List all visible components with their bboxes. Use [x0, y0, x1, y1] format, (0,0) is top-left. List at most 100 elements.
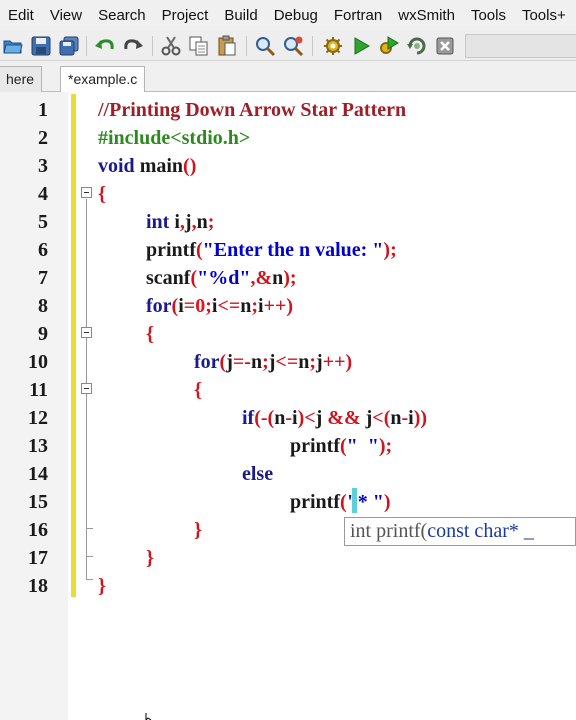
code-line[interactable]: 18} — [0, 572, 576, 600]
undo-icon[interactable] — [94, 35, 116, 57]
code-token: int — [146, 211, 170, 233]
code-token: <= — [217, 295, 241, 317]
menu-fortran[interactable]: Fortran — [326, 0, 390, 31]
menu-edit[interactable]: Edit — [0, 0, 42, 31]
code-text: else — [242, 460, 273, 488]
code-token: <= — [275, 351, 299, 373]
line-number: 7 — [38, 267, 48, 289]
code-line[interactable]: 5 int i,j,n; — [0, 208, 576, 236]
abort-icon[interactable] — [434, 35, 456, 57]
calltip-signature-prefix: int printf( — [350, 520, 428, 542]
code-line[interactable]: 7 scanf("%d",&n); — [0, 264, 576, 292]
code-line[interactable]: 9{ — [0, 320, 576, 348]
code-token: } — [194, 519, 202, 541]
code-line[interactable]: 17} — [0, 544, 576, 572]
code-token: ); — [283, 267, 297, 289]
code-token: n — [272, 267, 284, 289]
save-all-icon[interactable] — [58, 35, 80, 57]
line-number: 5 — [38, 211, 48, 233]
code-line[interactable]: 2 #include<stdio.h> — [0, 124, 576, 152]
build-icon[interactable] — [322, 35, 344, 57]
code-token: { — [194, 379, 202, 401]
menu-wxsmith[interactable]: wxSmith — [390, 0, 463, 31]
replace-icon[interactable] — [282, 35, 304, 57]
find-icon[interactable] — [254, 35, 276, 57]
code-line[interactable]: 15 printf("* ") — [0, 488, 576, 516]
copy-icon[interactable] — [188, 35, 210, 57]
code-text: int i,j,n; — [146, 208, 214, 236]
menu-search[interactable]: Search — [90, 0, 154, 31]
line-number: 10 — [28, 351, 48, 373]
code-line[interactable]: 10 for(j=-n;j<=n;j++) — [0, 348, 576, 376]
code-token: && — [322, 407, 366, 429]
code-line[interactable]: 1 //Printing Down Arrow Star Pattern — [0, 96, 576, 124]
menu-tools[interactable]: Tools — [463, 0, 514, 31]
code-text: #include<stdio.h> — [98, 124, 250, 152]
code-token: "%d" — [197, 267, 251, 289]
code-text: { — [194, 376, 202, 404]
paste-icon[interactable] — [216, 35, 238, 57]
code-token: for — [146, 295, 172, 317]
code-token: printf — [290, 491, 340, 513]
code-line[interactable]: 6 printf("Enter the n value: "); — [0, 236, 576, 264]
line-number: 4 — [38, 183, 48, 205]
line-number: 9 — [38, 323, 48, 345]
code-token: ; — [262, 351, 269, 373]
code-token: "Enter the n value: " — [202, 239, 384, 261]
code-token: ; — [205, 295, 212, 317]
code-token: ) — [383, 491, 391, 513]
menu-build[interactable]: Build — [216, 0, 265, 31]
code-token: if — [242, 407, 255, 429]
code-text: { — [146, 320, 154, 348]
code-line[interactable]: 8 for(i=0;i<=n;i++) — [0, 292, 576, 320]
code-token: ); — [378, 435, 393, 457]
line-number: 8 — [38, 295, 48, 317]
code-text: for(i=0;i<=n;i++) — [146, 292, 293, 320]
code-token: (-( — [254, 407, 275, 429]
redo-icon[interactable] — [122, 35, 144, 57]
code-text: } — [146, 544, 154, 572]
cut-icon[interactable] — [160, 35, 182, 57]
code-token: ,& — [250, 267, 273, 289]
code-token: <( — [372, 407, 391, 429]
code-token: ++) — [263, 295, 294, 317]
code-token: for — [194, 351, 220, 373]
run-icon[interactable] — [350, 35, 372, 57]
calltip-parameter: const char* _ — [427, 520, 534, 542]
code-line[interactable]: 13 printf(" "); — [0, 432, 576, 460]
code-text: printf("Enter the n value: "); — [146, 236, 397, 264]
code-token: { — [146, 323, 154, 345]
save-icon[interactable] — [30, 35, 52, 57]
line-number: 11 — [29, 379, 48, 401]
code-text: } — [98, 572, 106, 600]
menu-project[interactable]: Project — [154, 0, 217, 31]
code-token: () — [183, 155, 197, 177]
code-line[interactable]: 12 if(-(n-i)<j && j<(n-i)) — [0, 404, 576, 432]
menu-bar: Edit View Search Project Build Debug Fortran wx… — [0, 0, 576, 31]
code-line[interactable]: 14 else — [0, 460, 576, 488]
code-token: { — [98, 183, 106, 205]
code-token: 0 — [195, 295, 206, 317]
tab-example-c[interactable]: *example.c — [60, 66, 146, 93]
code-editor[interactable]: 1 //Printing Down Arrow Star Pattern 2 #inc… — [0, 92, 576, 720]
code-line[interactable]: 4{ — [0, 180, 576, 208]
menu-debug[interactable]: Debug — [266, 0, 326, 31]
code-token: #include<stdio.h> — [98, 127, 251, 149]
code-line[interactable]: 3 void main() — [0, 152, 576, 180]
code-token: j — [226, 351, 233, 373]
build-and-run-icon[interactable] — [378, 35, 400, 57]
menu-tools-plus[interactable]: Tools+ — [514, 0, 574, 31]
code-token: =- — [232, 351, 251, 373]
code-text: for(j=-n;j<=n;j++) — [194, 348, 352, 376]
toolbar-target-box[interactable] — [465, 34, 576, 58]
code-token: j — [316, 351, 323, 373]
open-icon[interactable] — [2, 35, 24, 57]
tab-here[interactable]: here — [0, 66, 43, 92]
code-token: printf — [146, 239, 196, 261]
code-token: n — [240, 295, 252, 317]
menu-view[interactable]: View — [42, 0, 90, 31]
code-line[interactable]: 11 { — [0, 376, 576, 404]
code-token: scanf — [146, 267, 191, 289]
line-number: 17 — [28, 547, 48, 569]
rebuild-icon[interactable] — [406, 35, 428, 57]
